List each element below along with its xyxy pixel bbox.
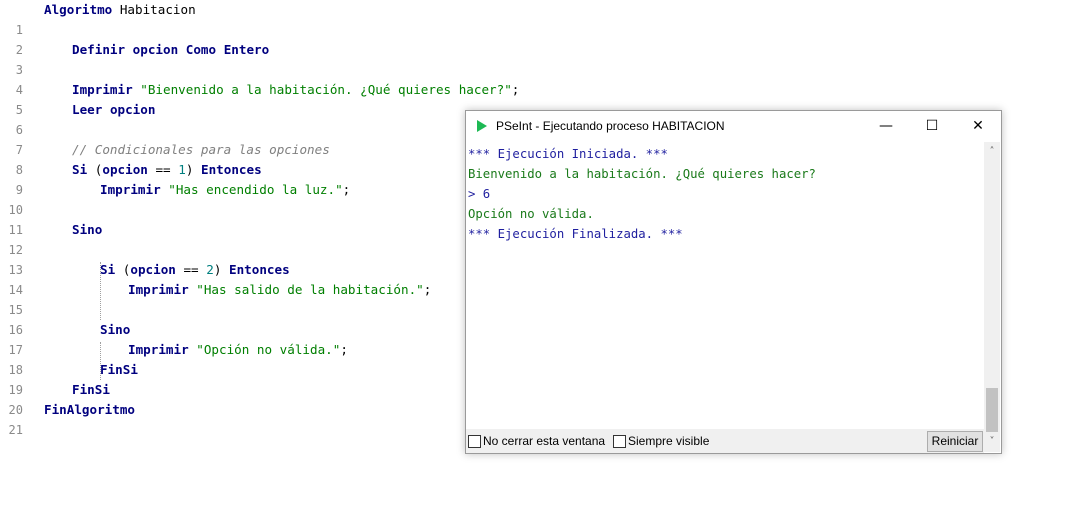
keyword: Entonces [201, 162, 262, 177]
code-line[interactable]: 13 [0, 240, 460, 277]
semicolon: ; [342, 182, 351, 197]
identifier: opcion [109, 102, 156, 117]
string-literal: "Opción no válida." [196, 342, 341, 357]
keyword: Algoritmo [44, 2, 113, 17]
code-line[interactable]: 14 Si (opcion == 2) Entonces [0, 260, 460, 297]
algorithm-name: Habitacion [119, 2, 196, 17]
code-line[interactable]: 10 Imprimir "Has encendido la luz."; [0, 180, 460, 217]
code-line[interactable]: 16 [0, 300, 460, 337]
string-literal: "Has encendido la luz." [168, 182, 343, 197]
console-line: Bienvenido a la habitación. ¿Qué quieres… [468, 167, 816, 181]
identifier: opcion [130, 262, 176, 277]
code-line[interactable]: 15 Imprimir "Has salido de la habitación… [0, 280, 460, 317]
operator: == [155, 162, 171, 177]
console-line: *** Ejecución Iniciada. *** [468, 147, 668, 161]
scroll-down-arrow-icon[interactable]: ˅ [984, 434, 1000, 450]
code-line[interactable]: 19 FinSi [0, 360, 460, 397]
string-literal: "Has salido de la habitación." [196, 282, 424, 297]
console-line: *** Ejecución Finalizada. *** [468, 227, 683, 241]
code-line[interactable]: 17 Sino [0, 320, 460, 357]
maximize-button[interactable]: ☐ [909, 111, 955, 141]
execution-console-window[interactable]: PSeInt - Ejecutando proceso HABITACION —… [465, 110, 1002, 454]
code-line[interactable]: 2 [0, 20, 460, 57]
vertical-scrollbar[interactable]: ˄ ˅ [984, 142, 1000, 452]
console-output[interactable]: *** Ejecución Iniciada. *** Bienvenido a… [468, 142, 984, 427]
restart-button[interactable]: Reiniciar [927, 431, 983, 452]
always-visible-checkbox[interactable] [613, 435, 626, 448]
window-title: PSeInt - Ejecutando proceso HABITACION [496, 119, 725, 133]
semicolon: ; [423, 282, 432, 297]
code-line[interactable]: 9 Si (opcion == 1) Entonces [0, 160, 460, 197]
keyword: Imprimir [128, 342, 189, 357]
string-literal: "Bienvenido a la habitación. ¿Qué quiere… [140, 82, 512, 97]
scroll-up-arrow-icon[interactable]: ˄ [984, 144, 1000, 160]
number-literal: 2 [206, 262, 214, 277]
keyword: Sino [72, 222, 103, 237]
keyword: Si [72, 162, 88, 177]
semicolon: ; [511, 82, 520, 97]
code-line[interactable]: 21 FinAlgoritmo [0, 400, 460, 437]
keyword: Entonces [229, 262, 290, 277]
comment: // Condicionales para las opciones [72, 142, 330, 157]
operator: == [183, 262, 199, 277]
keyword: Imprimir [128, 282, 189, 297]
keep-open-label[interactable]: No cerrar esta ventana [483, 429, 605, 453]
keyword: Como [185, 42, 217, 57]
code-line[interactable]: 11 [0, 200, 460, 237]
code-line[interactable]: 20 FinSi [0, 380, 460, 417]
code-line[interactable]: 7 [0, 120, 460, 157]
keyword: Imprimir [72, 82, 133, 97]
title-bar[interactable]: PSeInt - Ejecutando proceso HABITACION —… [466, 111, 1001, 141]
code-line[interactable]: 6 Leer opcion [0, 100, 460, 137]
close-button[interactable]: ✕ [955, 111, 1001, 141]
paren-close: ) [185, 162, 194, 177]
keyword: Leer [72, 102, 103, 117]
identifier: opcion [102, 162, 148, 177]
code-line[interactable]: 18 Imprimir "Opción no válida."; [0, 340, 460, 377]
scrollbar-thumb[interactable] [986, 388, 998, 432]
code-line[interactable]: 3 Definir opcion Como Entero [0, 40, 460, 77]
line-number: 21 [8, 423, 23, 437]
keyword: Definir [72, 42, 126, 57]
keyword: FinSi [72, 382, 110, 397]
keyword: FinAlgoritmo [44, 402, 135, 417]
keyword: Si [100, 262, 116, 277]
keyword: Imprimir [100, 182, 161, 197]
pseint-app-icon [477, 120, 487, 132]
always-visible-label[interactable]: Siempre visible [628, 429, 709, 453]
console-line: Opción no válida. [468, 207, 594, 221]
code-line[interactable]: 4 [0, 60, 460, 97]
code-line[interactable]: 5 Imprimir "Bienvenido a la habitación. … [0, 80, 520, 117]
semicolon: ; [340, 342, 348, 357]
keep-open-checkbox[interactable] [468, 435, 481, 448]
code-line[interactable]: 1 Algoritmo Habitacion [0, 0, 460, 37]
keyword: Entero [223, 42, 270, 57]
paren-close: ) [213, 262, 222, 277]
code-line[interactable]: 8 // Condicionales para las opciones [0, 140, 460, 177]
identifier: opcion [132, 42, 179, 57]
console-options-bar: No cerrar esta ventana Siempre visible R… [466, 429, 984, 453]
number-literal: 1 [178, 162, 186, 177]
keyword: Sino [100, 322, 131, 337]
keyword: FinSi [100, 362, 138, 377]
minimize-button[interactable]: — [863, 111, 909, 141]
console-line: > 6 [468, 187, 491, 201]
code-line[interactable]: 12 Sino [0, 220, 460, 257]
